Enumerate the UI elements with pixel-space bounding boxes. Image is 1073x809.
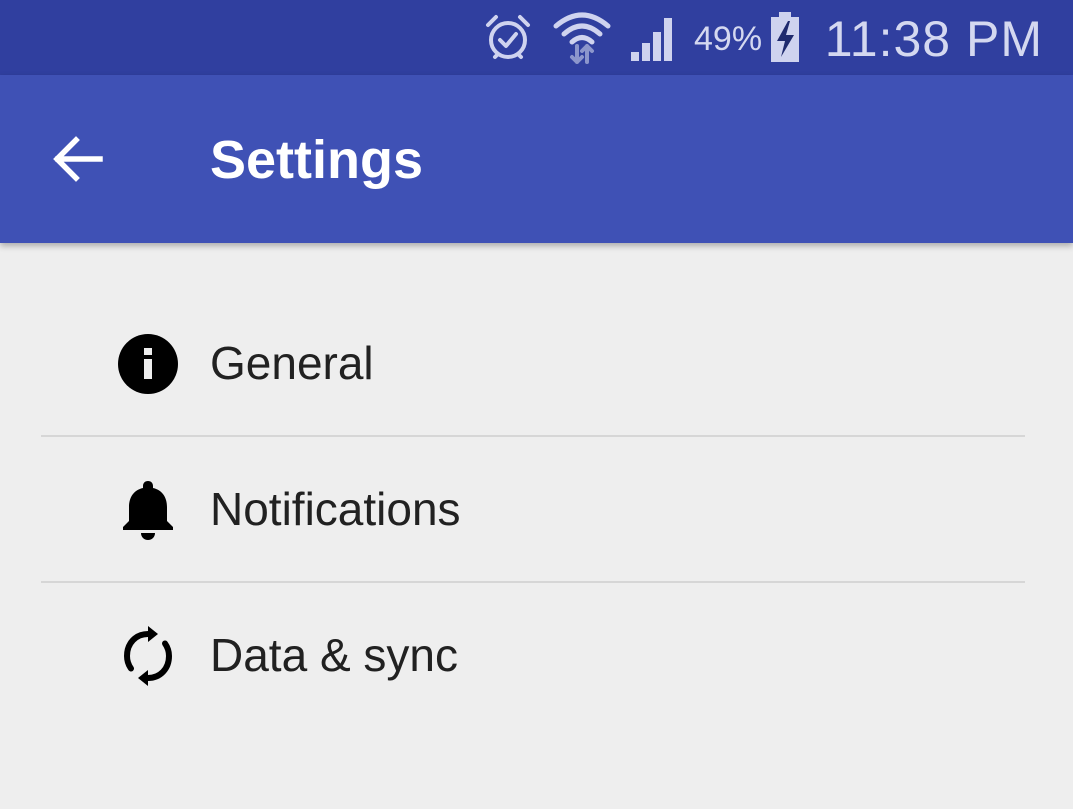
info-icon bbox=[116, 332, 180, 396]
settings-item-notifications[interactable]: Notifications bbox=[0, 435, 1073, 581]
cell-signal-icon bbox=[628, 10, 680, 64]
bell-icon bbox=[116, 478, 180, 542]
settings-screen: 49% 11:38 PM Settings General Notificati… bbox=[0, 0, 1073, 809]
settings-list: General Notifications Data & sync bbox=[0, 289, 1073, 727]
settings-item-label: Notifications bbox=[210, 483, 461, 535]
settings-item-data-sync[interactable]: Data & sync bbox=[0, 581, 1073, 727]
page-title: Settings bbox=[210, 130, 424, 190]
settings-item-label: General bbox=[210, 337, 374, 389]
sync-icon bbox=[116, 624, 180, 688]
alarm-icon bbox=[480, 10, 536, 64]
back-button[interactable] bbox=[38, 119, 118, 199]
status-bar: 49% 11:38 PM bbox=[0, 0, 1073, 75]
app-bar: Settings bbox=[0, 75, 1073, 243]
battery-percent: 49% bbox=[694, 20, 763, 58]
wifi-icon bbox=[552, 10, 612, 64]
arrow-back-icon bbox=[53, 136, 103, 182]
settings-item-general[interactable]: General bbox=[0, 289, 1073, 435]
battery-charging-icon bbox=[766, 10, 804, 64]
settings-item-label: Data & sync bbox=[210, 629, 458, 681]
status-clock: 11:38 PM bbox=[824, 11, 1043, 67]
